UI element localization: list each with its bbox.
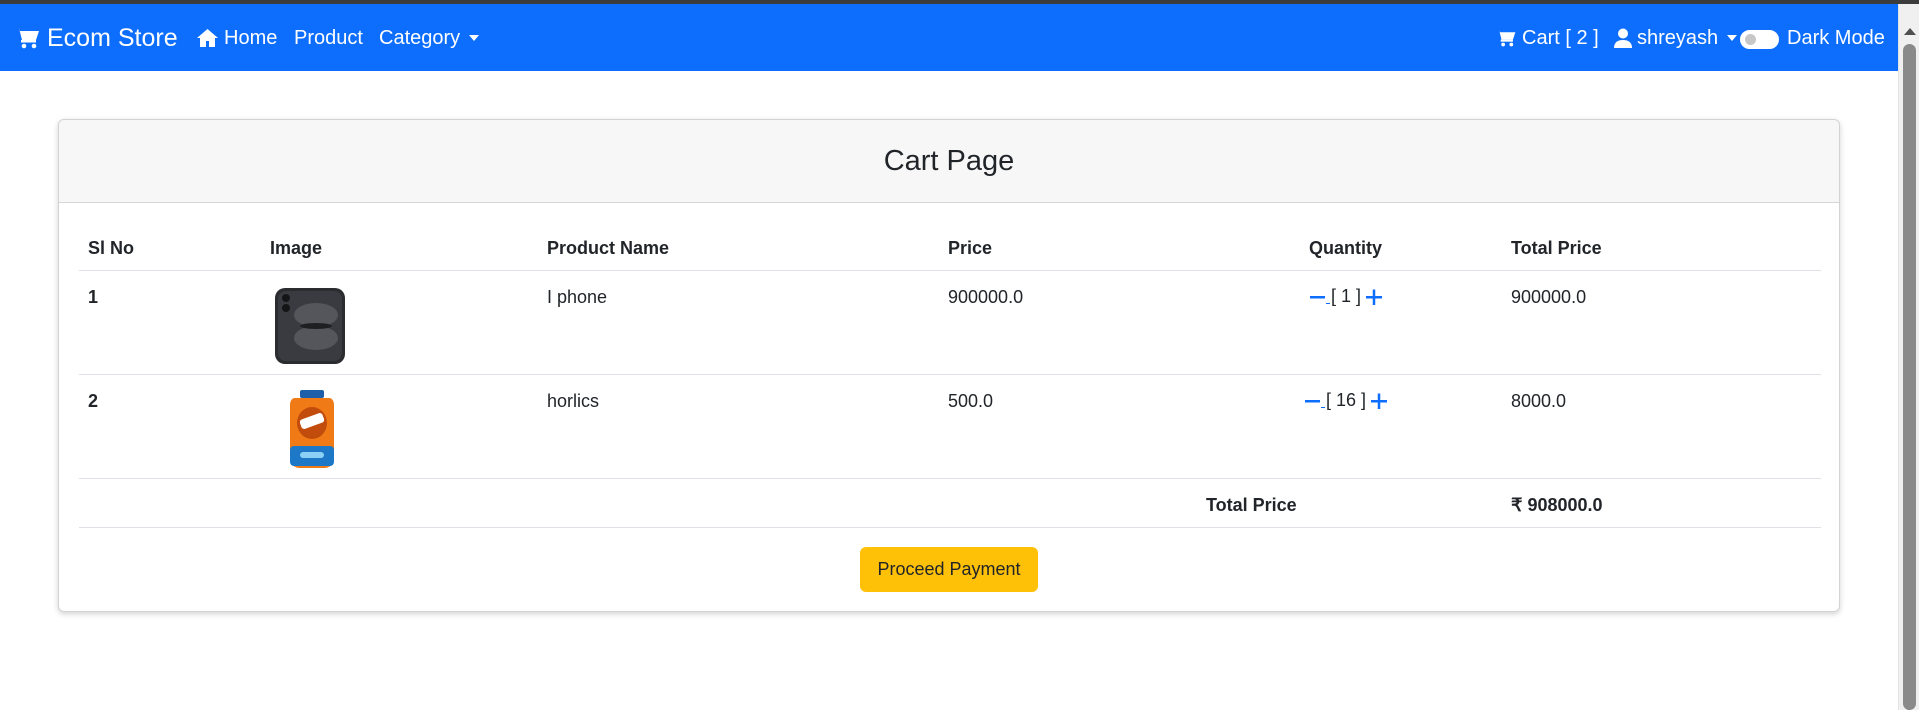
user-name: shreyash bbox=[1637, 26, 1719, 49]
plus-icon bbox=[1366, 289, 1383, 305]
row-2-sl-no: 2 bbox=[88, 391, 99, 411]
nav-product-label: Product bbox=[294, 26, 363, 49]
brand-link[interactable]: Ecom Store bbox=[14, 22, 178, 54]
row-1-product-name: I phone bbox=[547, 287, 608, 307]
minus-icon bbox=[1305, 399, 1320, 402]
cart-card-header: Cart Page bbox=[59, 120, 1839, 203]
table-divider bbox=[79, 478, 1821, 479]
column-header-total-price: Total Price bbox=[1511, 238, 1602, 258]
row-1-quantity-value: [ 1 ] bbox=[1331, 286, 1362, 306]
row-1-total-price: 900000.0 bbox=[1511, 287, 1587, 307]
dark-mode-label: Dark Mode bbox=[1787, 26, 1885, 49]
row-2-total-price: 8000.0 bbox=[1511, 391, 1567, 411]
grand-total-value: ₹ 908000.0 bbox=[1511, 495, 1603, 515]
page-title: Cart Page bbox=[883, 144, 1015, 177]
user-menu-dropdown[interactable]: shreyash bbox=[1614, 26, 1738, 50]
cart-icon bbox=[14, 26, 47, 50]
minus-underline bbox=[1321, 407, 1325, 408]
total-price-label: Total Price bbox=[1206, 495, 1297, 515]
nav-home-label: Home bbox=[224, 26, 278, 49]
horlics-jar-image bbox=[274, 390, 346, 468]
row-1-price: 900000.0 bbox=[948, 287, 1024, 307]
column-header-price: Price bbox=[948, 238, 993, 258]
cart-icon bbox=[1495, 28, 1522, 48]
plus-icon bbox=[1371, 393, 1388, 409]
chevron-down-icon bbox=[469, 35, 480, 41]
scroll-up-arrow-icon[interactable] bbox=[1904, 28, 1916, 35]
row-2-product-name: horlics bbox=[547, 391, 600, 411]
nav-category-label: Category bbox=[379, 26, 461, 49]
brand-name: Ecom Store bbox=[47, 23, 178, 52]
navbar: Ecom Store Home Product Category Cart [ … bbox=[0, 4, 1898, 71]
increase-quantity-button[interactable] bbox=[1366, 288, 1383, 306]
dark-mode-toggle[interactable] bbox=[1740, 30, 1779, 49]
nav-cart-label: Cart [ 2 ] bbox=[1522, 26, 1599, 49]
column-header-image: Image bbox=[270, 238, 323, 258]
increase-quantity-button[interactable] bbox=[1371, 392, 1388, 410]
row-1-sl-no: 1 bbox=[88, 287, 99, 307]
nav-category-dropdown[interactable]: Category bbox=[379, 26, 480, 50]
proceed-payment-button[interactable]: Proceed Payment bbox=[860, 547, 1038, 592]
decrease-quantity-button[interactable] bbox=[1310, 288, 1326, 306]
iphone-image bbox=[274, 287, 346, 365]
row-2-quantity-value: [ 16 ] bbox=[1326, 390, 1367, 410]
chevron-down-icon bbox=[1727, 35, 1738, 41]
nav-product[interactable]: Product bbox=[294, 26, 363, 50]
table-divider bbox=[79, 270, 1821, 271]
column-header-quantity: Quantity bbox=[1309, 238, 1383, 258]
minus-icon bbox=[1310, 295, 1325, 298]
cart-card: Cart Page Sl No Image Product Name Price… bbox=[58, 119, 1840, 612]
home-icon bbox=[196, 28, 224, 48]
table-divider bbox=[79, 374, 1821, 375]
row-2-price: 500.0 bbox=[948, 391, 994, 411]
nav-home[interactable]: Home bbox=[196, 26, 277, 50]
minus-underline bbox=[1326, 303, 1330, 304]
nav-cart[interactable]: Cart [ 2 ] bbox=[1495, 26, 1599, 50]
column-header-product-name: Product Name bbox=[547, 238, 670, 258]
row-2-quantity-stepper: [ 16 ] bbox=[1305, 390, 1388, 411]
toggle-knob bbox=[1745, 34, 1756, 45]
table-divider bbox=[79, 527, 1821, 528]
page-scrollbar[interactable] bbox=[1898, 4, 1919, 710]
user-icon bbox=[1614, 28, 1637, 48]
row-1-quantity-stepper: [ 1 ] bbox=[1310, 286, 1383, 307]
decrease-quantity-button[interactable] bbox=[1305, 392, 1321, 410]
column-header-sl-no: Sl No bbox=[88, 238, 135, 258]
scroll-thumb[interactable] bbox=[1903, 44, 1916, 710]
